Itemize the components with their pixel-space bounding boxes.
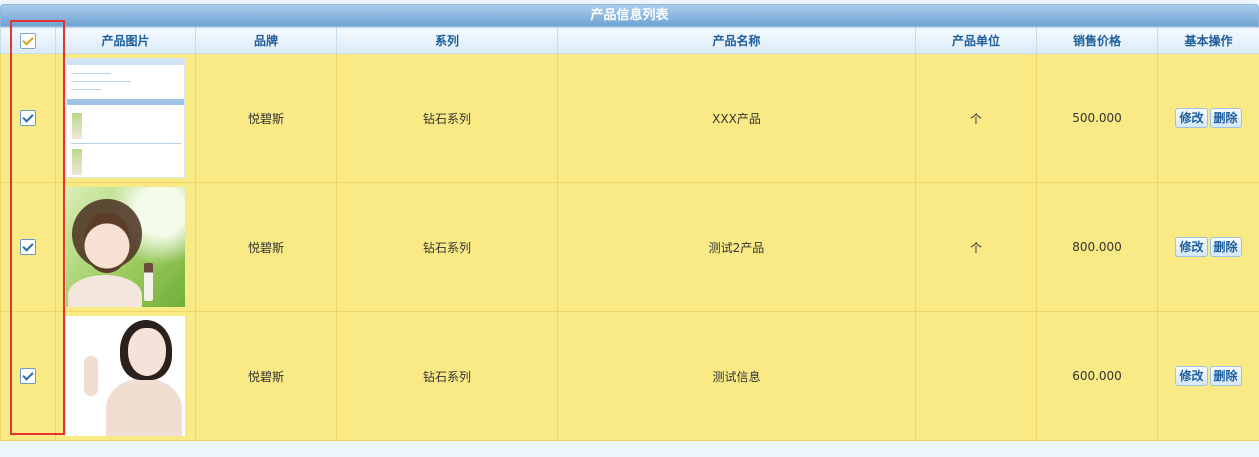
series-cell: 钻石系列 — [336, 182, 558, 312]
table-header-row: 产品图片 品牌 系列 产品名称 产品单位 销售价格 基本操作 — [0, 27, 1259, 54]
row-select-cell — [0, 53, 56, 183]
delete-button[interactable]: 删除 — [1209, 366, 1242, 386]
select-all-checkbox[interactable] — [20, 32, 36, 49]
product-image-cell — [55, 311, 196, 441]
column-header-price[interactable]: 销售价格 — [1036, 27, 1158, 54]
table-row: 悦碧斯 钻石系列 测试信息 600.000 修改 删除 — [0, 311, 1259, 441]
edit-button[interactable]: 修改 — [1175, 108, 1208, 128]
row-checkbox[interactable] — [20, 368, 36, 384]
row-checkbox[interactable] — [20, 110, 36, 126]
series-cell: 钻石系列 — [336, 311, 558, 441]
delete-button[interactable]: 删除 — [1209, 108, 1242, 128]
table-row: 悦碧斯 钻石系列 测试2产品 个 800.000 修改 删除 — [0, 182, 1259, 312]
brand-cell: 悦碧斯 — [195, 182, 337, 312]
product-image-cell — [55, 53, 196, 183]
unit-cell: 个 — [915, 182, 1037, 312]
product-table: 产品图片 品牌 系列 产品名称 产品单位 销售价格 基本操作 悦碧斯 钻石系列 … — [0, 27, 1259, 441]
product-image[interactable] — [66, 187, 185, 307]
product-list-panel: 产品信息列表 产品图片 品牌 系列 产品名称 产品单位 销售价格 基本操作 悦碧… — [0, 0, 1259, 457]
unit-cell — [915, 311, 1037, 441]
price-cell: 800.000 — [1036, 182, 1158, 312]
column-header-name[interactable]: 产品名称 — [557, 27, 916, 54]
column-header-ops: 基本操作 — [1157, 27, 1259, 54]
column-header-brand[interactable]: 品牌 — [195, 27, 337, 54]
product-image-cell — [55, 182, 196, 312]
actions-cell: 修改 删除 — [1157, 53, 1259, 183]
product-image[interactable] — [66, 316, 185, 436]
select-all-cell — [0, 27, 56, 54]
brand-cell: 悦碧斯 — [195, 53, 337, 183]
edit-button[interactable]: 修改 — [1175, 366, 1208, 386]
table-row: 悦碧斯 钻石系列 XXX产品 个 500.000 修改 删除 — [0, 53, 1259, 183]
column-header-unit[interactable]: 产品单位 — [915, 27, 1037, 54]
price-cell: 600.000 — [1036, 311, 1158, 441]
row-select-cell — [0, 311, 56, 441]
column-header-series[interactable]: 系列 — [336, 27, 558, 54]
column-header-image[interactable]: 产品图片 — [55, 27, 196, 54]
product-name-cell: XXX产品 — [557, 53, 916, 183]
edit-button[interactable]: 修改 — [1175, 237, 1208, 257]
product-name-cell: 测试2产品 — [557, 182, 916, 312]
price-cell: 500.000 — [1036, 53, 1158, 183]
row-checkbox[interactable] — [20, 239, 36, 255]
series-cell: 钻石系列 — [336, 53, 558, 183]
delete-button[interactable]: 删除 — [1209, 237, 1242, 257]
unit-cell: 个 — [915, 53, 1037, 183]
product-image[interactable] — [66, 58, 185, 178]
product-name-cell: 测试信息 — [557, 311, 916, 441]
row-select-cell — [0, 182, 56, 312]
actions-cell: 修改 删除 — [1157, 311, 1259, 441]
panel-title: 产品信息列表 — [0, 4, 1259, 27]
actions-cell: 修改 删除 — [1157, 182, 1259, 312]
brand-cell: 悦碧斯 — [195, 311, 337, 441]
